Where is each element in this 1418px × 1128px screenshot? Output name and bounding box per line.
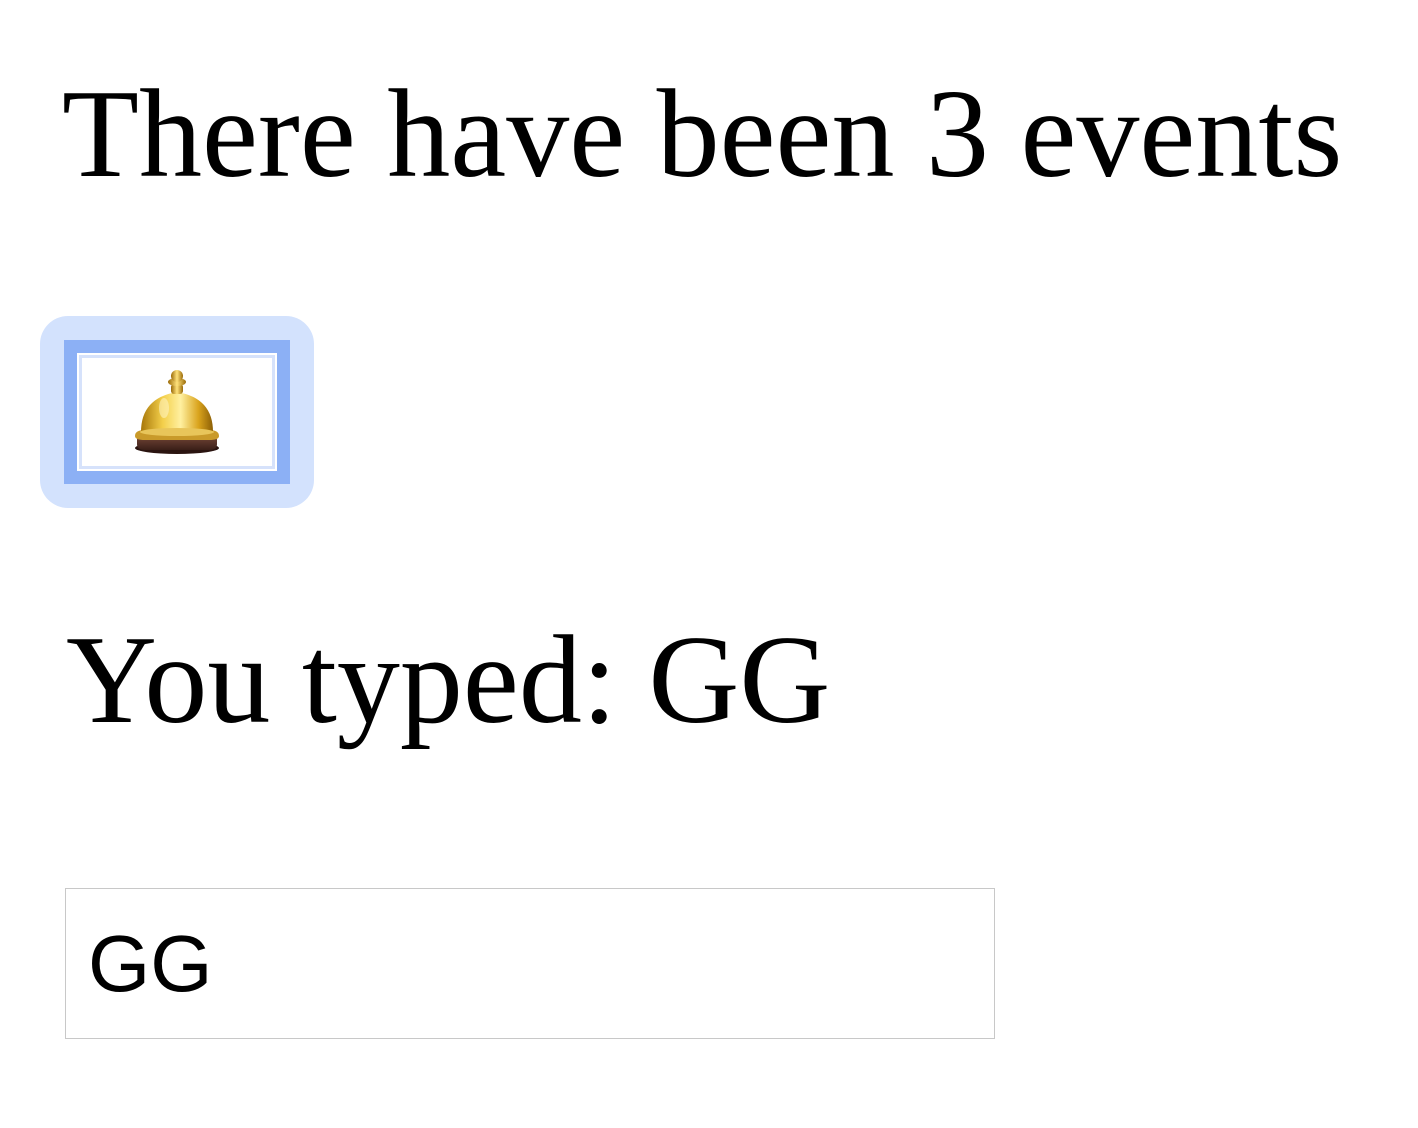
typed-label: You typed: xyxy=(66,611,617,750)
typed-value: GG xyxy=(648,611,831,750)
bell-button[interactable] xyxy=(64,340,290,484)
typed-echo-heading: You typed: GG xyxy=(66,618,830,744)
events-suffix: events xyxy=(1020,65,1343,204)
text-input[interactable] xyxy=(65,888,995,1039)
events-prefix: There have been xyxy=(62,65,895,204)
events-count-heading: There have been 3 events xyxy=(62,72,1342,198)
bell-icon xyxy=(135,370,219,454)
bell-button-inner xyxy=(79,355,275,469)
events-count: 3 xyxy=(925,65,989,204)
